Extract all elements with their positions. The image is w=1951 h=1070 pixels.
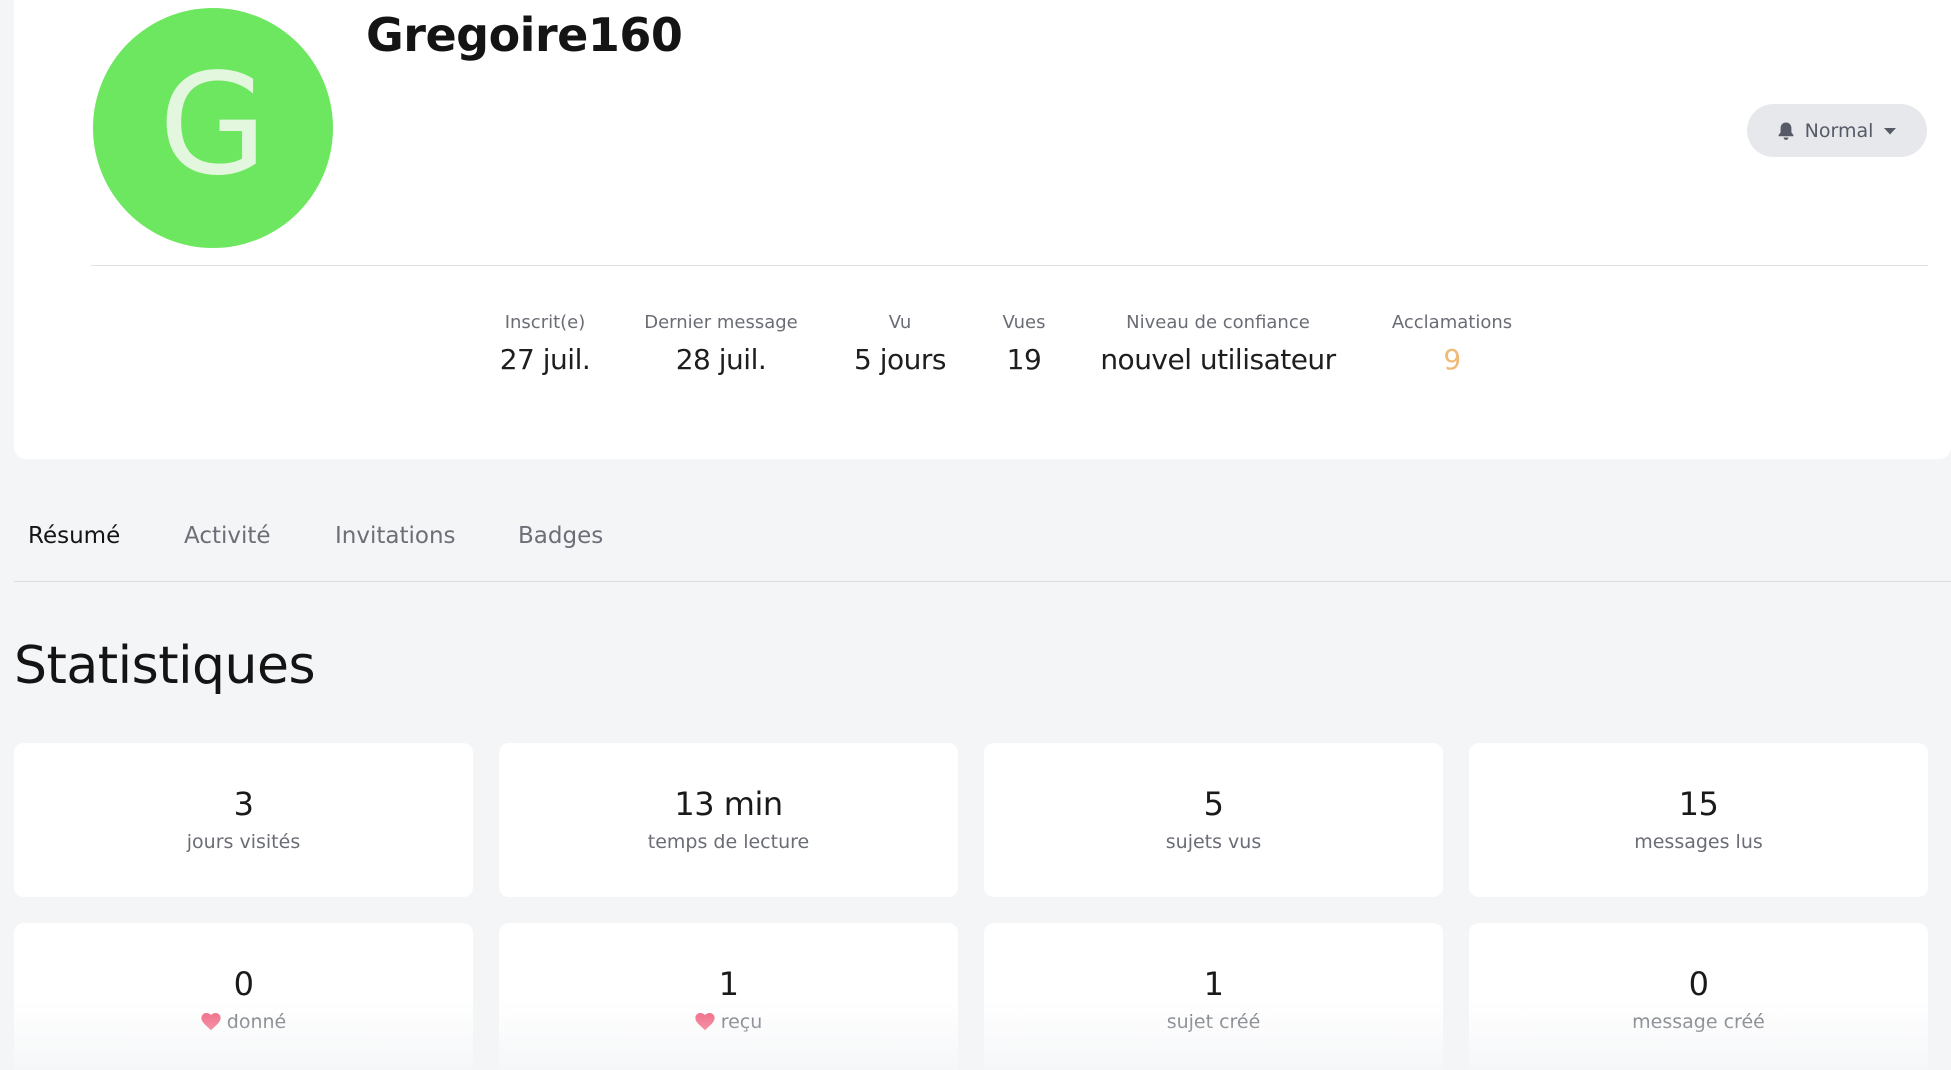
stat-card-posts-created: 0 message créé — [1469, 923, 1928, 1070]
stat-cheers: Acclamations 9 — [1392, 312, 1512, 376]
stat-card-label-text: donné — [226, 1011, 287, 1033]
stat-last-post-value[interactable]: 28 juil. — [644, 343, 798, 376]
notification-level-button[interactable]: Normal — [1747, 104, 1927, 157]
stat-card-topics-created: 1 sujet créé — [984, 923, 1443, 1070]
stat-trust-level-label: Niveau de confiance — [1126, 312, 1310, 333]
stat-card-value: 13 min — [674, 785, 783, 823]
stat-card-value: 1 — [718, 965, 739, 1003]
stat-registered-label: Inscrit(e) — [504, 312, 586, 333]
tab-summary[interactable]: Résumé — [28, 523, 120, 549]
avatar[interactable]: G — [93, 8, 333, 248]
stat-card-topics-viewed: 5 sujets vus — [984, 743, 1443, 897]
stat-card-value: 3 — [233, 785, 254, 823]
stat-card-value: 1 — [1203, 965, 1224, 1003]
stat-card-likes-given: 0 donné — [14, 923, 473, 1070]
stat-card-value: 15 — [1678, 785, 1719, 823]
username: Gregoire160 — [366, 8, 683, 62]
stat-card-label: reçu — [499, 1011, 958, 1033]
stat-last-post: Dernier message 28 juil. — [644, 312, 798, 376]
stat-card-label-text: jours visités — [186, 831, 301, 853]
profile-header-card: G Gregoire160 Normal Inscrit(e) 27 juil.… — [14, 0, 1951, 459]
tab-badges[interactable]: Badges — [518, 523, 603, 549]
profile-tabs: Résumé Activité Invitations Badges — [14, 520, 1951, 582]
stat-card-label-text: message créé — [1632, 1011, 1765, 1033]
stat-card-label-text: messages lus — [1634, 831, 1763, 853]
stat-card-value: 5 — [1203, 785, 1224, 823]
stat-card-label: jours visités — [14, 831, 473, 853]
stat-last-post-label: Dernier message — [644, 312, 798, 333]
stat-card-label: donné — [14, 1011, 473, 1033]
stat-card-label-text: sujets vus — [1165, 831, 1262, 853]
stat-card-days-visited: 3 jours visités — [14, 743, 473, 897]
stat-card-label-text: reçu — [720, 1011, 763, 1033]
stat-cheers-value: 9 — [1443, 343, 1461, 376]
stat-card-value: 0 — [233, 965, 254, 1003]
stat-cheers-label: Acclamations — [1391, 312, 1513, 333]
bell-icon — [1778, 122, 1794, 140]
tab-activity[interactable]: Activité — [184, 523, 271, 549]
stat-seen-value[interactable]: 5 jours — [854, 343, 946, 376]
tab-invitations[interactable]: Invitations — [335, 523, 456, 549]
statistics-title: Statistiques — [14, 636, 316, 696]
stat-card-reading-time: 13 min temps de lecture — [499, 743, 958, 897]
stat-trust-level: Niveau de confiance nouvel utilisateur — [1100, 312, 1336, 376]
stat-seen-label: Vu — [888, 312, 912, 333]
stat-card-likes-received: 1 reçu — [499, 923, 958, 1070]
stat-card-label: message créé — [1469, 1011, 1928, 1033]
stat-card-label-text: temps de lecture — [647, 831, 810, 853]
avatar-letter: G — [158, 44, 268, 207]
stat-views-label: Vues — [1002, 312, 1046, 333]
stat-card-label-text: sujet créé — [1166, 1011, 1261, 1033]
stat-card-label: messages lus — [1469, 831, 1928, 853]
heart-icon — [201, 1013, 221, 1031]
stat-card-label: sujets vus — [984, 831, 1443, 853]
stat-registered-value[interactable]: 27 juil. — [500, 343, 591, 376]
stat-trust-level-value[interactable]: nouvel utilisateur — [1100, 343, 1336, 376]
stat-views: Vues 19 — [1003, 312, 1046, 376]
header-divider — [91, 265, 1928, 266]
notification-level-label: Normal — [1804, 119, 1874, 142]
stat-seen: Vu 5 jours — [854, 312, 946, 376]
caret-down-icon — [1884, 127, 1897, 134]
stat-card-value: 0 — [1688, 965, 1709, 1003]
profile-summary-stats: Inscrit(e) 27 juil. Dernier message 28 j… — [14, 312, 1951, 392]
stat-card-label: sujet créé — [984, 1011, 1443, 1033]
stat-card-posts-read: 15 messages lus — [1469, 743, 1928, 897]
user-profile-page: G Gregoire160 Normal Inscrit(e) 27 juil.… — [0, 0, 1951, 1070]
stat-views-value: 19 — [1006, 343, 1042, 376]
heart-icon — [695, 1013, 715, 1031]
stat-registered: Inscrit(e) 27 juil. — [500, 312, 591, 376]
stat-card-label: temps de lecture — [499, 831, 958, 853]
